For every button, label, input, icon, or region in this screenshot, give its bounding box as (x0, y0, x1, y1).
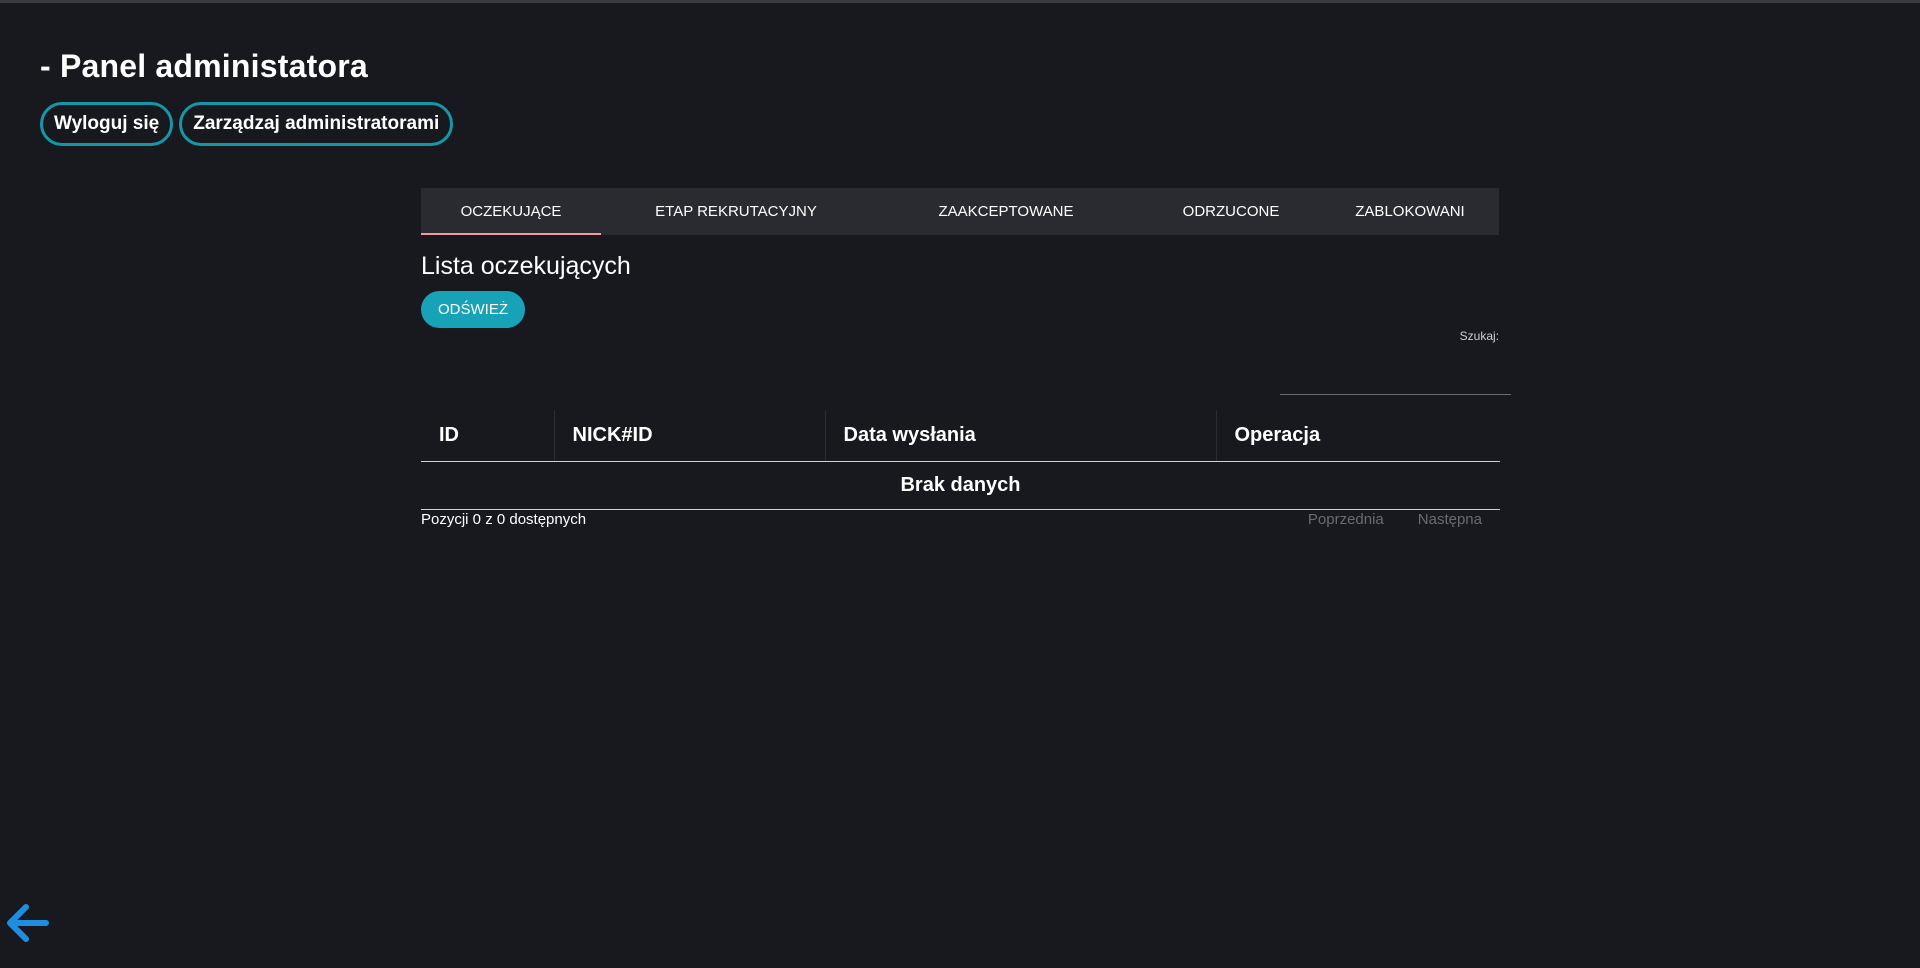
arrow-left-icon[interactable] (4, 902, 50, 944)
pending-table: ID NICK#ID Data wysłania Operacja Brak d… (421, 410, 1500, 510)
main-panel: OCZEKUJĄCE ETAP REKRUTACYJNY ZAAKCEPTOWA… (421, 188, 1511, 528)
list-title: Lista oczekujących (421, 252, 631, 280)
tab-bar: OCZEKUJĄCE ETAP REKRUTACYJNY ZAAKCEPTOWA… (421, 188, 1499, 235)
logout-button[interactable]: Wyloguj się (40, 102, 174, 146)
search-label: Szukaj: (1459, 329, 1499, 343)
column-header-id[interactable]: ID (421, 410, 555, 462)
page-title: - Panel administatora (40, 48, 368, 84)
tab-recruitment[interactable]: ETAP REKRUTACYJNY (601, 188, 871, 235)
tab-accepted[interactable]: ZAAKCEPTOWANE (871, 188, 1141, 235)
table-info: Pozycji 0 z 0 dostępnych (421, 511, 587, 528)
column-header-operation[interactable]: Operacja (1216, 410, 1500, 462)
table-row: Brak danych (421, 461, 1500, 510)
tab-blocked[interactable]: ZABLOKOWANI (1321, 188, 1499, 235)
table-header-row: ID NICK#ID Data wysłania Operacja (421, 410, 1500, 462)
tab-rejected[interactable]: ODRZUCONE (1141, 188, 1321, 235)
previous-page-button[interactable]: Poprzednia (1308, 511, 1384, 528)
search-input[interactable] (1280, 378, 1511, 395)
next-page-button[interactable]: Następna (1418, 511, 1482, 528)
refresh-button[interactable]: ODŚWIEŻ (421, 291, 525, 328)
column-header-date[interactable]: Data wysłania (825, 410, 1217, 462)
tab-pending[interactable]: OCZEKUJĄCE (421, 188, 601, 235)
empty-table-message: Brak danych (421, 461, 1500, 510)
manage-admins-button[interactable]: Zarządzaj administratorami (179, 102, 454, 146)
pagination: Poprzednia Następna (1308, 511, 1482, 528)
top-border (0, 0, 1920, 3)
column-header-nick[interactable]: NICK#ID (554, 410, 826, 462)
header-actions: Wyloguj się Zarządzaj administratorami (40, 102, 454, 146)
